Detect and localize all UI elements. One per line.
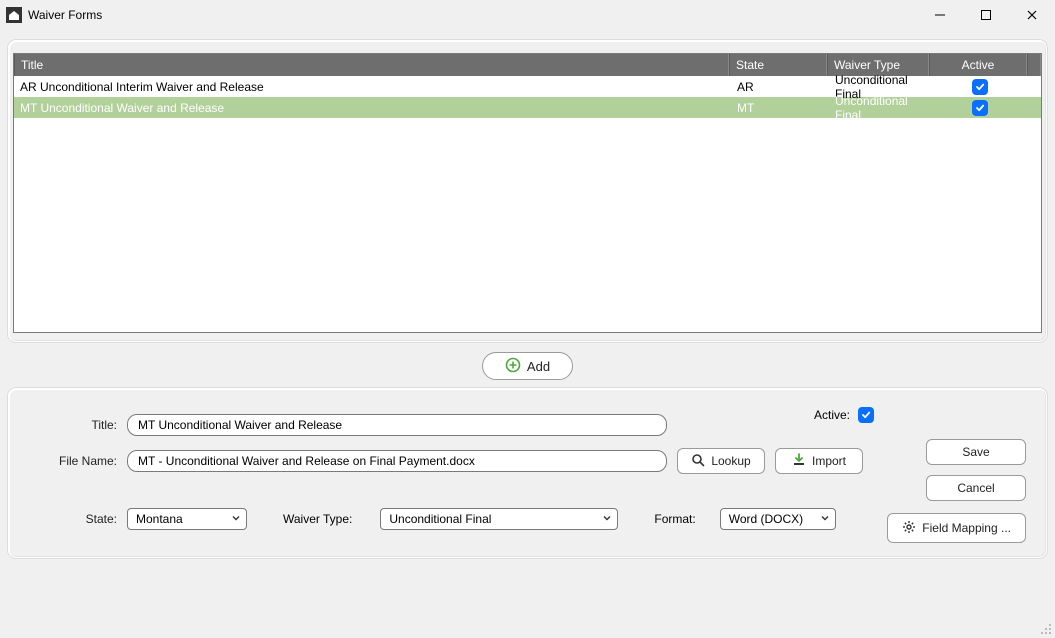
col-header-title-text: Title	[21, 58, 43, 72]
import-button[interactable]: Import	[775, 448, 863, 474]
waiver-type-label: Waiver Type:	[283, 512, 352, 526]
file-name-label: File Name:	[29, 454, 117, 468]
waiver-type-select-value: Unconditional Final	[389, 512, 491, 526]
format-select[interactable]: Word (DOCX)	[720, 508, 836, 530]
close-button[interactable]	[1009, 0, 1055, 30]
add-icon	[505, 357, 521, 376]
waiver-grid[interactable]: Title State Waiver Type Active AR Uncond…	[13, 53, 1042, 333]
row-active-checkbox[interactable]	[972, 79, 988, 95]
file-name-input[interactable]	[127, 450, 667, 472]
search-icon	[691, 453, 705, 470]
field-mapping-button-label: Field Mapping ...	[922, 521, 1011, 535]
row-active-checkbox[interactable]	[972, 100, 988, 116]
cell-state: MT	[731, 97, 829, 118]
col-header-type-text: Waiver Type	[834, 58, 900, 72]
grid-panel: Title State Waiver Type Active AR Uncond…	[8, 40, 1047, 342]
cell-end	[1029, 97, 1041, 118]
title-input[interactable]	[127, 414, 667, 436]
cancel-button-label: Cancel	[957, 481, 994, 495]
col-header-state-text: State	[736, 58, 764, 72]
cancel-button[interactable]: Cancel	[926, 475, 1026, 501]
table-row[interactable]: MT Unconditional Waiver and ReleaseMTUnc…	[14, 97, 1041, 118]
waiver-type-select[interactable]: Unconditional Final	[380, 508, 618, 530]
active-label: Active:	[814, 408, 850, 422]
col-header-active-text: Active	[962, 58, 995, 72]
add-button[interactable]: Add	[482, 352, 573, 380]
cell-active	[931, 97, 1029, 118]
gear-icon	[902, 520, 916, 537]
save-button-label: Save	[962, 445, 989, 459]
cell-type: Unconditional Final	[829, 97, 931, 118]
title-bar: Waiver Forms	[0, 0, 1055, 30]
resize-grip-icon[interactable]	[1039, 622, 1053, 636]
col-header-state[interactable]: State	[729, 54, 827, 76]
state-label: State:	[29, 512, 117, 526]
minimize-button[interactable]	[917, 0, 963, 30]
add-button-label: Add	[527, 359, 550, 374]
title-label: Title:	[29, 418, 117, 432]
state-select[interactable]: Montana	[127, 508, 247, 530]
field-mapping-button[interactable]: Field Mapping ...	[887, 513, 1026, 543]
state-select-value: Montana	[136, 512, 183, 526]
col-header-title[interactable]: Title	[14, 54, 729, 76]
col-header-end	[1027, 54, 1041, 76]
format-label: Format:	[654, 512, 695, 526]
active-checkbox[interactable]	[858, 407, 874, 423]
lookup-button-label: Lookup	[711, 454, 750, 468]
col-header-active[interactable]: Active	[929, 54, 1027, 76]
window-title: Waiver Forms	[28, 8, 102, 22]
cell-end	[1029, 76, 1041, 97]
detail-panel: Active: Save Cancel Title: File Name:	[8, 388, 1047, 558]
save-button[interactable]: Save	[926, 439, 1026, 465]
app-icon	[6, 7, 22, 23]
import-icon	[792, 453, 806, 470]
maximize-button[interactable]	[963, 0, 1009, 30]
cell-active	[931, 76, 1029, 97]
cell-title: MT Unconditional Waiver and Release	[14, 97, 731, 118]
cell-state: AR	[731, 76, 829, 97]
format-select-value: Word (DOCX)	[729, 512, 803, 526]
lookup-button[interactable]: Lookup	[677, 448, 765, 474]
cell-title: AR Unconditional Interim Waiver and Rele…	[14, 76, 731, 97]
import-button-label: Import	[812, 454, 846, 468]
